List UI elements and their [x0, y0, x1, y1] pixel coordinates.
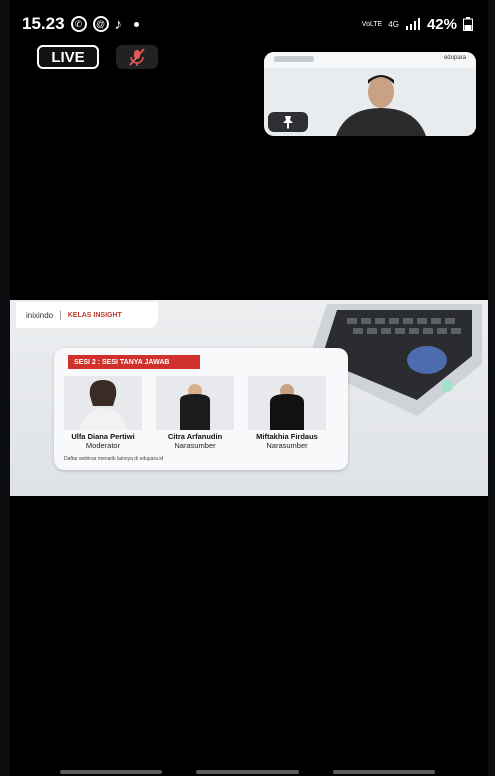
- signal-icon: [405, 18, 420, 30]
- gesture-nav-bar[interactable]: [60, 770, 435, 774]
- speaker-name: Citra Arfanudin: [167, 432, 223, 441]
- status-left: 15.23 ✆ @ ♪: [22, 14, 140, 34]
- pin-button[interactable]: [268, 112, 308, 132]
- live-badge[interactable]: LIVE: [37, 45, 99, 69]
- speaker-photo: [248, 376, 326, 430]
- live-label: LIVE: [51, 48, 85, 66]
- speaker-name: Miftakhia Firdaus: [256, 432, 318, 441]
- battery-percent: 42%: [426, 15, 457, 33]
- status-bar: 15.23 ✆ @ ♪ VoLTE 4G 42%: [22, 10, 473, 38]
- picture-in-picture-video[interactable]: edupara: [264, 52, 476, 136]
- nav-segment: [332, 770, 435, 774]
- speaker-card: Citra Arfanudin Narasumber: [156, 376, 234, 450]
- pip-brand-label: edupara: [443, 55, 466, 61]
- speaker-photo: [156, 376, 234, 430]
- battery-icon: [463, 17, 473, 31]
- mute-mic-button[interactable]: [116, 45, 158, 69]
- shared-presentation-slide: inixindo | KELAS INSIGHT SESI 2 : SESI T…: [10, 300, 488, 496]
- speaker-photo: [64, 376, 142, 430]
- speaker-avatar: [180, 384, 210, 430]
- card-footer-text: Daftar webinar menarik lainnya di edupar…: [64, 456, 164, 462]
- inixindo-logo: inixindo: [26, 310, 54, 320]
- presenter-video: [336, 75, 426, 136]
- session-card: SESI 2 : SESI TANYA JAWAB Ulfa Diana Per…: [54, 348, 348, 470]
- nav-segment: [60, 770, 163, 774]
- kelas-insight-logo: KELAS INSIGHT: [67, 311, 122, 319]
- logo-divider: |: [59, 309, 62, 321]
- whatsapp-icon: ✆: [70, 16, 87, 32]
- session-title-banner: SESI 2 : SESI TANYA JAWAB: [68, 355, 200, 369]
- network-4g-label: 4G: [388, 19, 399, 29]
- session-title: SESI 2 : SESI TANYA JAWAB: [74, 358, 170, 366]
- speaker-avatar: [270, 384, 304, 430]
- status-right: VoLTE 4G 42%: [362, 16, 473, 33]
- volte-label: VoLTE: [361, 20, 383, 28]
- speaker-card: Miftakhia Firdaus Narasumber: [248, 376, 326, 450]
- status-time: 15.23: [22, 14, 65, 33]
- speaker-avatar: [79, 380, 127, 430]
- threads-icon: @: [92, 16, 109, 32]
- speaker-name: Ulfa Diana Pertiwi: [71, 432, 135, 441]
- notification-dot-icon: [134, 21, 140, 27]
- tiktok-icon: ♪: [114, 15, 123, 33]
- mic-off-icon: [129, 48, 145, 66]
- pip-logo: [274, 56, 314, 62]
- pip-header: edupara: [264, 52, 476, 68]
- slide-logos: inixindo | KELAS INSIGHT: [16, 302, 158, 328]
- nav-segment: [196, 770, 299, 774]
- pin-icon: [283, 116, 293, 129]
- speaker-role: Narasumber: [266, 441, 308, 450]
- speaker-card: Ulfa Diana Pertiwi Moderator: [64, 376, 142, 450]
- speaker-role: Moderator: [85, 441, 121, 450]
- speaker-role: Narasumber: [174, 441, 216, 450]
